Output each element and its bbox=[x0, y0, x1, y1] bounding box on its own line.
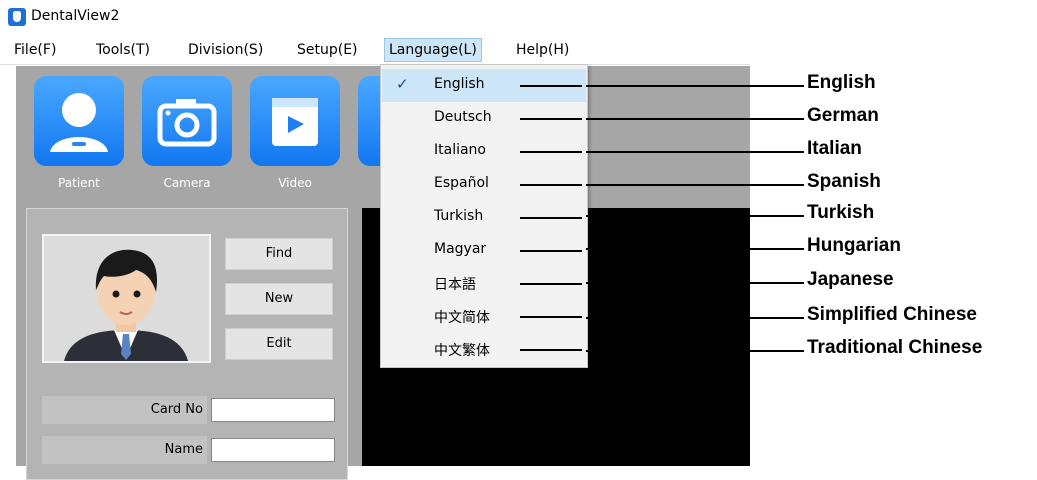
language-item-label: 中文繁体 bbox=[434, 343, 490, 359]
video-button[interactable] bbox=[250, 76, 340, 166]
camera-button[interactable] bbox=[142, 76, 232, 166]
annotation-turkish: Turkish bbox=[807, 202, 875, 223]
annotation-line bbox=[586, 184, 804, 186]
annotation-japanese: Japanese bbox=[807, 269, 894, 290]
language-item-label: 日本語 bbox=[434, 277, 476, 293]
checkmark-icon: ✓ bbox=[396, 75, 409, 93]
language-item-traditional-chinese[interactable]: 中文繁体 bbox=[382, 333, 586, 366]
video-button-label: Video bbox=[278, 176, 312, 190]
edit-button[interactable]: Edit bbox=[225, 328, 333, 360]
menu-division[interactable]: Division(S) bbox=[184, 39, 267, 61]
annotation-leader-line bbox=[520, 151, 582, 153]
annotation-line bbox=[586, 248, 804, 250]
annotation-leader-line bbox=[520, 250, 582, 252]
annotation-traditional-chinese: Traditional Chinese bbox=[807, 337, 983, 358]
annotation-line bbox=[586, 350, 804, 352]
language-item-deutsch[interactable]: Deutsch bbox=[382, 102, 586, 135]
window-title: DentalView2 bbox=[31, 8, 120, 24]
title-bar: DentalView2 bbox=[0, 0, 750, 34]
language-item-label: English bbox=[434, 76, 485, 92]
language-item-english[interactable]: ✓ English bbox=[382, 69, 586, 102]
tooth-app-icon bbox=[8, 8, 26, 26]
card-no-label: Card No bbox=[42, 396, 207, 424]
language-item-label: Magyar bbox=[434, 241, 487, 257]
annotation-leader-line bbox=[520, 217, 582, 219]
language-item-simplified-chinese[interactable]: 中文简体 bbox=[382, 300, 586, 333]
language-item-espanol[interactable]: Español bbox=[382, 168, 586, 201]
annotation-simplified-chinese: Simplified Chinese bbox=[807, 304, 977, 325]
new-button[interactable]: New bbox=[225, 283, 333, 315]
language-item-italiano[interactable]: Italiano bbox=[382, 135, 586, 168]
patient-panel: Find New Edit Card No Name bbox=[26, 208, 348, 480]
annotation-german: German bbox=[807, 105, 879, 126]
menu-help[interactable]: Help(H) bbox=[512, 39, 573, 61]
name-label: Name bbox=[42, 436, 207, 464]
annotation-leader-line bbox=[520, 118, 582, 120]
language-item-turkish[interactable]: Turkish bbox=[382, 201, 586, 234]
menu-file[interactable]: File(F) bbox=[10, 39, 60, 61]
user-icon bbox=[50, 93, 108, 152]
menu-tools[interactable]: Tools(T) bbox=[92, 39, 154, 61]
camera-icon bbox=[157, 99, 217, 147]
menu-setup[interactable]: Setup(E) bbox=[293, 39, 362, 61]
annotation-leader-line bbox=[520, 184, 582, 186]
language-dropdown: ✓ English Deutsch Italiano Español Turki… bbox=[380, 64, 588, 368]
annotation-line bbox=[586, 282, 804, 284]
annotation-spanish: Spanish bbox=[807, 171, 881, 192]
language-item-label: Español bbox=[434, 175, 489, 191]
avatar-icon bbox=[64, 249, 188, 361]
menu-bar: File(F) Tools(T) Division(S) Setup(E) La… bbox=[0, 36, 750, 65]
patient-button[interactable] bbox=[34, 76, 124, 166]
language-item-label: Turkish bbox=[434, 208, 484, 224]
annotation-line bbox=[586, 85, 804, 87]
find-button[interactable]: Find bbox=[225, 238, 333, 270]
annotation-hungarian: Hungarian bbox=[807, 235, 901, 256]
annotation-leader-line bbox=[520, 283, 582, 285]
annotation-line bbox=[586, 118, 804, 120]
annotation-leader-line bbox=[520, 316, 582, 318]
annotation-line bbox=[586, 151, 804, 153]
menu-language[interactable]: Language(L) bbox=[384, 38, 482, 62]
video-icon bbox=[272, 98, 318, 146]
annotation-leader-line bbox=[520, 349, 582, 351]
patient-button-label: Patient bbox=[58, 176, 100, 190]
patient-photo bbox=[42, 234, 211, 363]
annotation-italian: Italian bbox=[807, 138, 862, 159]
camera-button-label: Camera bbox=[163, 176, 211, 190]
annotation-leader-line bbox=[520, 85, 582, 87]
language-item-label: 中文简体 bbox=[434, 310, 490, 326]
annotation-line bbox=[586, 317, 804, 319]
language-item-japanese[interactable]: 日本語 bbox=[382, 267, 586, 300]
annotation-line bbox=[586, 215, 804, 217]
name-field[interactable] bbox=[211, 438, 335, 462]
language-item-label: Deutsch bbox=[434, 109, 492, 125]
card-no-field[interactable] bbox=[211, 398, 335, 422]
language-item-magyar[interactable]: Magyar bbox=[382, 234, 586, 267]
language-item-label: Italiano bbox=[434, 142, 486, 158]
annotation-english: English bbox=[807, 72, 876, 93]
